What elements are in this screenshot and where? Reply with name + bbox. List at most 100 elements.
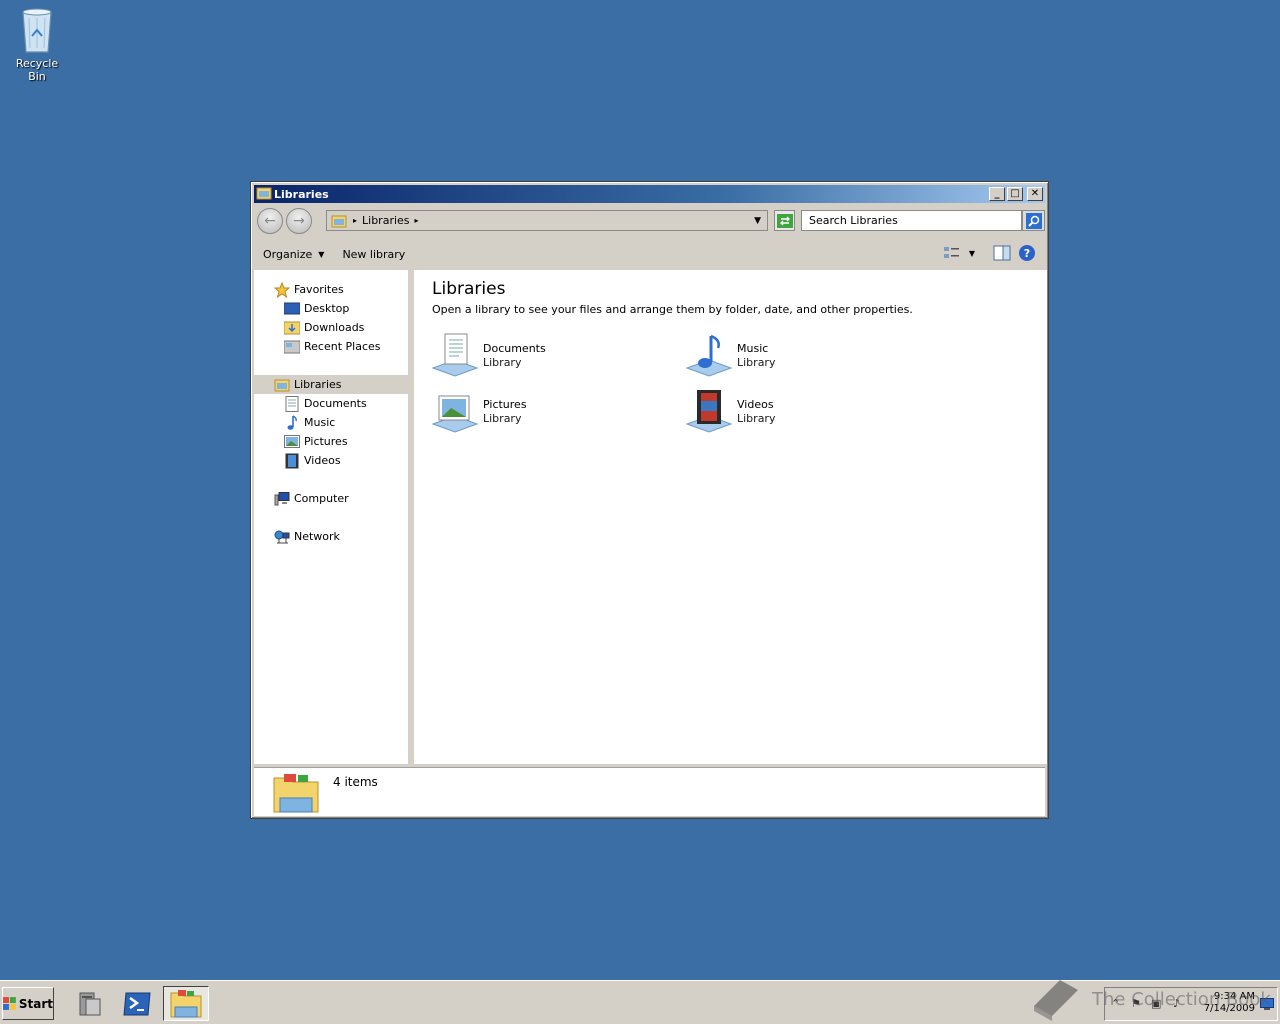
nav-item-music[interactable]: Music [254, 413, 411, 432]
videos-library-icon [685, 390, 733, 433]
library-type: Library [483, 412, 522, 425]
libraries-folder-icon [274, 377, 290, 393]
start-button[interactable]: Start [2, 987, 54, 1020]
taskbar-app-explorer[interactable] [163, 986, 209, 1021]
breadcrumb-arrow-icon[interactable]: ▸ [353, 216, 357, 225]
pictures-library-icon [431, 395, 479, 433]
nav-item-label: Pictures [304, 435, 348, 448]
nav-item-desktop[interactable]: Desktop [254, 299, 411, 318]
libraries-folder-icon [273, 774, 319, 813]
view-options-dropdown-icon[interactable]: ▼ [969, 249, 975, 258]
preview-pane-icon[interactable] [993, 245, 1011, 261]
nav-item-label: Documents [304, 397, 367, 410]
nav-item-label: Desktop [304, 302, 350, 315]
network-icon [274, 529, 290, 545]
address-history-dropdown-icon[interactable]: ▼ [754, 216, 761, 226]
picture-icon [284, 434, 300, 450]
windows-logo-icon [3, 996, 16, 1010]
watermark: The Collection Book [1030, 976, 1271, 1022]
nav-item-label: Videos [304, 454, 341, 467]
nav-libraries[interactable]: Libraries [254, 375, 411, 394]
nav-item-label: Downloads [304, 321, 365, 334]
nav-item-documents[interactable]: Documents [254, 394, 411, 413]
minimize-button[interactable]: _ [989, 187, 1005, 201]
search-button[interactable] [1022, 210, 1045, 231]
recycle-bin-label: Recycle Bin [15, 57, 59, 83]
watermark-text: The Collection Book [1092, 988, 1271, 1010]
back-button[interactable]: ← [257, 208, 283, 234]
library-item-pictures[interactable]: Pictures Library [431, 387, 671, 437]
downloads-icon [284, 320, 300, 336]
nav-item-label: Music [304, 416, 336, 429]
address-bar[interactable]: ▸ Libraries ▸ ▼ [326, 210, 768, 231]
library-name: Documents [483, 342, 546, 355]
nav-item-videos[interactable]: Videos [254, 451, 411, 470]
library-type: Library [737, 412, 776, 425]
change-view-icon[interactable] [943, 245, 961, 261]
new-library-button[interactable]: New library [333, 248, 414, 261]
title-bar[interactable]: Libraries _ □ ✕ [254, 185, 1045, 203]
book-logo-icon [1034, 980, 1078, 1021]
computer-icon [274, 491, 290, 507]
breadcrumb-libraries[interactable]: Libraries [362, 214, 410, 227]
taskbar-app-powershell[interactable] [114, 986, 160, 1021]
refresh-icon [776, 213, 793, 228]
help-icon[interactable]: ? [1019, 245, 1035, 261]
server-manager-icon [79, 992, 101, 1015]
details-pane: 4 items [254, 767, 1045, 816]
documents-library-icon [431, 333, 479, 377]
library-name: Pictures [483, 398, 527, 411]
forward-arrow-icon: → [293, 213, 305, 229]
minimize-icon: _ [994, 188, 1000, 199]
item-count: 4 items [333, 775, 378, 789]
organize-label: Organize [263, 247, 313, 261]
breadcrumb-dropdown-icon[interactable]: ▸ [415, 216, 419, 225]
nav-favorites[interactable]: Favorites [254, 280, 411, 299]
library-type: Library [483, 356, 522, 369]
library-name: Music [737, 342, 769, 355]
nav-favorites-label: Favorites [294, 283, 344, 296]
nav-item-label: Recent Places [304, 340, 381, 353]
taskbar-app-server-manager[interactable] [66, 986, 112, 1021]
maximize-button[interactable]: □ [1007, 187, 1023, 201]
navigation-bar: ← → ▸ Libraries ▸ ▼ Search Libraries [254, 206, 1045, 236]
nav-libraries-label: Libraries [294, 378, 342, 391]
document-icon [284, 395, 300, 412]
recycle-bin-desktop-icon[interactable]: Recycle Bin [6, 6, 68, 83]
nav-item-pictures[interactable]: Pictures [254, 432, 411, 451]
powershell-icon [123, 992, 151, 1015]
close-button[interactable]: ✕ [1027, 187, 1043, 201]
nav-computer-label: Computer [294, 492, 349, 505]
explorer-libraries-icon [170, 989, 202, 1017]
libraries-folder-icon [331, 215, 347, 227]
maximize-icon: □ [1010, 188, 1020, 199]
content-pane: Libraries Open a library to see your fil… [414, 270, 1047, 764]
nav-item-recent-places[interactable]: Recent Places [254, 337, 411, 356]
nav-network-label: Network [294, 530, 340, 543]
search-icon [1025, 212, 1042, 229]
desktop-icon [284, 301, 300, 317]
nav-network[interactable]: Network [254, 527, 411, 546]
new-library-label: New library [342, 247, 406, 261]
library-item-music[interactable]: Music Library [685, 331, 925, 381]
forward-button[interactable]: → [286, 208, 312, 234]
page-subtitle: Open a library to see your files and arr… [432, 303, 913, 316]
recent-places-icon [284, 339, 300, 355]
command-bar: Organize ▼ New library ▼ ? [254, 239, 1045, 269]
refresh-button[interactable] [774, 210, 795, 231]
music-note-icon [284, 414, 300, 431]
back-arrow-icon: ← [264, 213, 276, 229]
search-input[interactable]: Search Libraries [801, 210, 1022, 231]
nav-item-downloads[interactable]: Downloads [254, 318, 411, 337]
star-icon [274, 281, 290, 298]
nav-computer[interactable]: Computer [254, 489, 411, 508]
library-item-documents[interactable]: Documents Library [431, 331, 671, 381]
libraries-folder-icon [256, 187, 272, 200]
navigation-pane: Favorites Desktop Downloads Recent Place… [254, 270, 411, 764]
organize-button[interactable]: Organize ▼ [254, 248, 333, 261]
explorer-window: Libraries _ □ ✕ ← → ▸ Libraries ▸ ▼ Sear… [250, 181, 1049, 819]
library-name: Videos [737, 398, 774, 411]
film-icon [284, 453, 300, 469]
close-icon: ✕ [1030, 188, 1040, 199]
library-item-videos[interactable]: Videos Library [685, 387, 925, 437]
